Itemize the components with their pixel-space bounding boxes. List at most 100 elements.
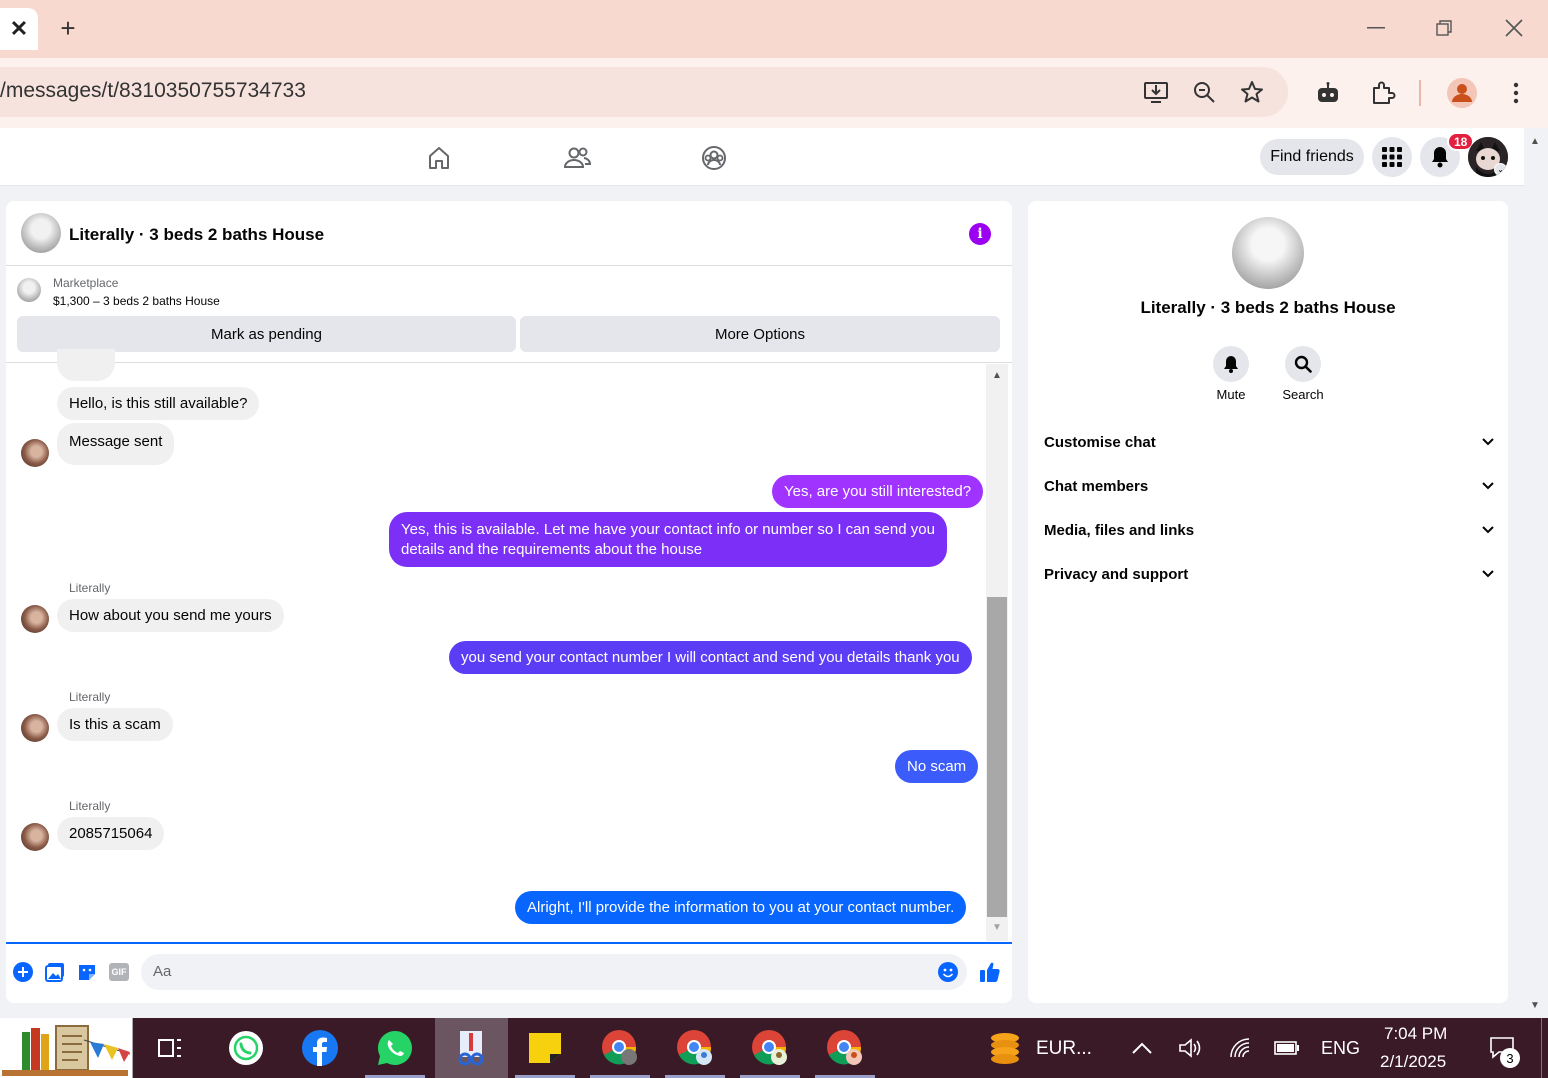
sender-name: Literally xyxy=(69,581,111,595)
search-icon[interactable] xyxy=(1285,346,1321,382)
message-bubble-incoming: How about you send me yours xyxy=(57,599,284,632)
whatsapp-desktop-icon[interactable] xyxy=(226,1028,266,1068)
sender-name: Literally xyxy=(69,799,111,813)
chat-scrollbar[interactable]: ▲ ▼ xyxy=(986,364,1008,941)
listing-thumbnail xyxy=(17,278,41,302)
contact-avatar[interactable] xyxy=(21,439,49,467)
volume-icon[interactable] xyxy=(1170,1028,1210,1068)
start-button[interactable] xyxy=(0,1018,133,1078)
home-icon[interactable] xyxy=(424,143,454,173)
chat-info-avatar[interactable] xyxy=(1232,217,1304,289)
emoji-icon[interactable] xyxy=(938,962,958,987)
message-bubble-outgoing: Yes, this is available. Let me have your… xyxy=(389,512,947,567)
chrome-menu-icon[interactable] xyxy=(1499,76,1533,110)
currency-coins-icon[interactable] xyxy=(985,1028,1025,1068)
section-label: Media, files and links xyxy=(1044,522,1195,539)
sender-name: Literally xyxy=(69,690,111,704)
message-input-placeholder: Aa xyxy=(153,963,172,980)
scroll-up-arrow-icon[interactable]: ▲ xyxy=(986,370,1008,382)
zoom-icon[interactable] xyxy=(1189,77,1219,107)
add-plus-icon[interactable] xyxy=(12,961,34,983)
install-app-icon[interactable] xyxy=(1141,77,1171,107)
privacy-support-section[interactable]: Privacy and support xyxy=(1044,566,1494,590)
chat-info-panel: Literally · 3 beds 2 baths House Mute Se… xyxy=(1028,201,1508,1003)
more-options-button[interactable]: More Options xyxy=(520,316,1000,352)
gif-icon[interactable]: GIF xyxy=(108,961,130,983)
clock-time[interactable]: 7:04 PM xyxy=(1384,1024,1447,1044)
extensions-puzzle-icon[interactable] xyxy=(1366,76,1400,110)
extension-bot-icon[interactable] xyxy=(1311,76,1345,110)
message-input[interactable]: Aa xyxy=(141,954,967,990)
contact-avatar[interactable] xyxy=(21,714,49,742)
network-icon[interactable] xyxy=(1220,1028,1260,1068)
info-icon[interactable]: i xyxy=(969,223,991,245)
mark-as-pending-button[interactable]: Mark as pending xyxy=(17,316,516,352)
message-bubble-incoming: Is this a scam xyxy=(57,708,173,741)
mute-bell-icon[interactable] xyxy=(1213,346,1249,382)
friends-icon[interactable] xyxy=(562,143,592,173)
divider xyxy=(6,362,1012,363)
new-tab-button[interactable]: + xyxy=(54,12,82,44)
mute-label: Mute xyxy=(1216,387,1246,402)
chrome-profile-4-icon[interactable] xyxy=(825,1028,865,1068)
page-scroll-up-icon[interactable]: ▲ xyxy=(1530,136,1540,147)
message-bubble-incoming: Hello, is this still available? xyxy=(57,387,260,420)
action-center-icon[interactable]: 3 xyxy=(1482,1028,1522,1068)
groups-icon[interactable] xyxy=(699,143,729,173)
facebook-app-icon[interactable] xyxy=(300,1028,340,1068)
scroll-down-arrow-icon[interactable]: ▼ xyxy=(986,922,1008,934)
message-bubble-outgoing: No scam xyxy=(895,750,979,783)
chat-avatar[interactable] xyxy=(21,213,61,253)
customise-chat-section[interactable]: Customise chat xyxy=(1044,434,1494,458)
restore-button[interactable] xyxy=(1424,12,1464,44)
chrome-profile-3-icon[interactable] xyxy=(750,1028,790,1068)
contact-avatar[interactable] xyxy=(21,605,49,633)
sticky-notes-icon[interactable] xyxy=(525,1028,565,1068)
marketplace-label: Marketplace xyxy=(53,276,119,290)
account-avatar[interactable]: ⌄ xyxy=(1468,137,1508,177)
battery-icon[interactable] xyxy=(1267,1028,1307,1068)
chat-title[interactable]: Literally · 3 beds 2 baths House xyxy=(69,225,324,245)
currency-widget-text[interactable]: EUR... xyxy=(1036,1038,1092,1060)
snipping-tool-icon[interactable] xyxy=(451,1028,491,1068)
contact-avatar[interactable] xyxy=(21,823,49,851)
chat-info-title: Literally · 3 beds 2 baths House xyxy=(1140,298,1396,317)
sticker-icon[interactable] xyxy=(76,961,98,983)
chevron-down-icon xyxy=(1482,482,1494,490)
chat-header: Literally · 3 beds 2 baths House i xyxy=(6,201,1012,266)
close-window-button[interactable] xyxy=(1494,12,1534,44)
chrome-profile-icon[interactable] xyxy=(1445,76,1479,110)
facebook-header: Find friends 18 ⌄ xyxy=(0,128,1524,186)
clock-date[interactable]: 2/1/2025 xyxy=(1380,1052,1446,1072)
windows-taskbar: EUR... ENG 7:04 PM 2/1/2025 3 xyxy=(0,1018,1548,1078)
action-center-count-badge: 3 xyxy=(1500,1048,1520,1068)
chevron-down-icon xyxy=(1482,526,1494,534)
listing-title[interactable]: $1,300 – 3 beds 2 baths House xyxy=(53,294,220,308)
message-line: Yes, this is available. Let me have your… xyxy=(401,521,935,538)
chrome-profile-1-icon[interactable] xyxy=(600,1028,640,1068)
bookmark-star-icon[interactable] xyxy=(1237,77,1267,107)
chevron-down-icon xyxy=(1482,570,1494,578)
find-friends-button[interactable]: Find friends xyxy=(1260,139,1364,175)
section-label: Customise chat xyxy=(1044,434,1156,451)
task-view-icon[interactable] xyxy=(150,1028,190,1068)
whatsapp-icon[interactable] xyxy=(375,1028,415,1068)
composer-divider xyxy=(6,942,1012,944)
address-bar[interactable]: /messages/t/8310350755734733 xyxy=(0,67,1288,117)
language-indicator[interactable]: ENG xyxy=(1321,1038,1360,1059)
message-bubble-outgoing: Yes, are you still interested? xyxy=(772,475,984,508)
chevron-down-icon xyxy=(1482,438,1494,446)
like-thumbs-up-icon[interactable] xyxy=(979,961,1001,983)
show-desktop-button[interactable] xyxy=(1541,1018,1548,1078)
photo-icon[interactable] xyxy=(44,961,66,983)
chrome-profile-2-icon[interactable] xyxy=(675,1028,715,1068)
tab-close-button[interactable]: ✕ xyxy=(0,8,38,50)
scrollbar-thumb[interactable] xyxy=(987,597,1007,917)
chat-members-section[interactable]: Chat members xyxy=(1044,478,1494,502)
show-hidden-icons-chevron-icon[interactable] xyxy=(1122,1028,1162,1068)
account-chevron-down-icon[interactable]: ⌄ xyxy=(1494,163,1507,176)
menu-grid-icon[interactable] xyxy=(1372,137,1412,177)
page-scroll-down-icon[interactable]: ▼ xyxy=(1530,1000,1540,1011)
minimize-button[interactable] xyxy=(1356,12,1396,44)
media-files-links-section[interactable]: Media, files and links xyxy=(1044,522,1494,546)
